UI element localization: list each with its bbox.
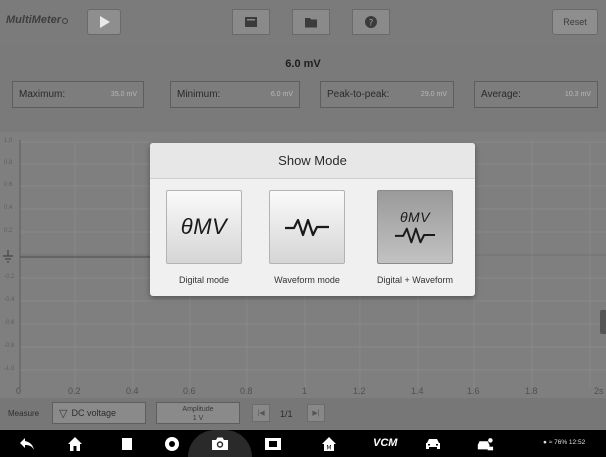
folder-icon: [305, 18, 317, 28]
show-mode-dialog: Show Mode θMV Digital mode Waveform mode…: [150, 143, 475, 296]
recent-apps-button[interactable]: [118, 435, 136, 453]
measure-label: Measure: [8, 409, 40, 418]
user-car-icon: [477, 438, 494, 451]
y-tick: 0.6: [4, 182, 13, 188]
amplitude-value: 1 V: [192, 415, 204, 422]
y-tick: -0.8: [4, 343, 15, 349]
car-icon: [426, 439, 440, 449]
stat-label: Average:: [481, 89, 521, 100]
measure-select[interactable]: ▽ DC voltage: [52, 402, 146, 424]
stat-label: Minimum:: [177, 89, 221, 100]
waveform-mode-label: Waveform mode: [274, 275, 340, 285]
page-indicator: 1/1: [280, 409, 293, 419]
x-tick: 1.8: [525, 386, 538, 396]
digital-waveform-icon: [395, 227, 435, 244]
top-toolbar: MultiMeter ? Reset: [0, 0, 606, 44]
y-tick: 0.4: [4, 205, 13, 211]
stat-value: 35.0 mV: [110, 91, 137, 98]
y-tick: 1.0: [4, 138, 13, 144]
stat-maximum: Maximum: 35.0 mV: [12, 81, 144, 108]
recent-apps-icon: [122, 438, 132, 450]
y-tick: -0.6: [4, 320, 15, 326]
x-tick: 1.4: [411, 386, 424, 396]
status-bar: ● ≈ 76% 12:52: [543, 439, 585, 446]
camera-icon: [212, 437, 228, 450]
digital-waveform-digital-icon: θMV: [399, 209, 431, 225]
next-icon: ▶|: [312, 410, 320, 417]
x-tick: 0.8: [240, 386, 253, 396]
stat-label: Maximum:: [19, 89, 66, 100]
vehicle-button[interactable]: [424, 435, 442, 453]
screenshot-button[interactable]: [188, 430, 252, 457]
x-tick: 0.6: [183, 386, 196, 396]
amplitude-button[interactable]: Amplitude 1 V: [156, 402, 240, 424]
screen-icon: [245, 17, 257, 27]
x-tick: 2s: [594, 386, 604, 396]
current-value: 6.0 mV: [285, 58, 321, 70]
back-button[interactable]: [18, 435, 36, 453]
amplitude-label: Amplitude: [182, 406, 214, 413]
screen-button[interactable]: [232, 9, 270, 35]
digital-waveform-option[interactable]: θMV: [377, 190, 453, 264]
digital-waveform-label: Digital + Waveform: [377, 275, 453, 285]
stat-average: Average: 10.3 mV: [474, 81, 598, 108]
help-icon: ?: [365, 16, 377, 29]
folder-button[interactable]: [292, 9, 330, 35]
app-logo: MultiMeter: [6, 14, 68, 26]
user-car-button[interactable]: [476, 435, 494, 453]
browser-button[interactable]: [163, 435, 181, 453]
next-page-button[interactable]: ▶|: [307, 404, 325, 422]
x-tick: 0: [16, 386, 22, 396]
prev-icon: |◀: [257, 410, 265, 417]
home-shortcut-button[interactable]: M: [320, 435, 338, 453]
stat-label: Peak-to-peak:: [327, 89, 390, 100]
y-tick: 0.2: [4, 228, 13, 234]
back-arrow-icon: [20, 438, 34, 450]
vcm-button[interactable]: VCM: [373, 437, 397, 449]
app-title: MultiMeter: [6, 14, 61, 26]
x-tick: 1.2: [353, 386, 366, 396]
stat-minimum: Minimum: 6.0 mV: [170, 81, 300, 108]
status-icons: ● ≈: [543, 439, 555, 446]
play-button[interactable]: [87, 9, 121, 35]
svg-text:M: M: [326, 445, 331, 452]
digital-mode-option[interactable]: θMV: [166, 190, 242, 264]
x-tick: 1.6: [467, 386, 480, 396]
y-tick: -0.2: [4, 274, 15, 280]
waveform-mode-option[interactable]: [269, 190, 345, 264]
browser-icon: [165, 437, 179, 451]
x-tick: 1: [302, 386, 308, 396]
digital-mode-label: Digital mode: [178, 275, 230, 285]
battery-time: 76% 12:52: [554, 439, 586, 446]
readout-panel: 6.0 mV Maximum: 35.0 mV Minimum: 6.0 mV …: [0, 44, 606, 132]
vci-icon: [265, 438, 281, 450]
home-m-icon: M: [322, 437, 336, 452]
measure-bar: Measure ▽ DC voltage Amplitude 1 V |◀ 1/…: [0, 398, 606, 430]
digital-icon: θMV: [180, 214, 228, 239]
measure-type-icon: ▽: [59, 407, 68, 420]
stat-value: 10.3 mV: [564, 91, 591, 98]
stat-value: 6.0 mV: [270, 91, 293, 98]
reset-button[interactable]: Reset: [552, 9, 598, 35]
prev-page-button[interactable]: |◀: [252, 404, 270, 422]
y-tick: -1.0: [4, 366, 15, 372]
y-tick: -0.4: [4, 297, 15, 303]
waveform-icon: [285, 218, 329, 237]
y-tick: 0.8: [4, 160, 13, 166]
stat-peak-to-peak: Peak-to-peak: 29.0 mV: [320, 81, 454, 108]
play-icon: [100, 16, 110, 28]
stat-value: 29.0 mV: [420, 91, 447, 98]
svg-text:?: ?: [369, 19, 374, 29]
x-tick: 0.2: [68, 386, 81, 396]
x-tick: 0.4: [126, 386, 139, 396]
help-button[interactable]: ?: [352, 9, 390, 35]
ground-icon: [3, 250, 13, 263]
dialog-title: Show Mode: [150, 143, 475, 179]
measure-selected-value: DC voltage: [71, 408, 116, 418]
home-icon: [68, 437, 82, 451]
side-panel-handle[interactable]: [600, 310, 606, 334]
vci-button[interactable]: [264, 435, 282, 453]
system-nav-bar: M VCM ● ≈ 76% 12:52: [0, 430, 606, 457]
home-button[interactable]: [66, 435, 84, 453]
